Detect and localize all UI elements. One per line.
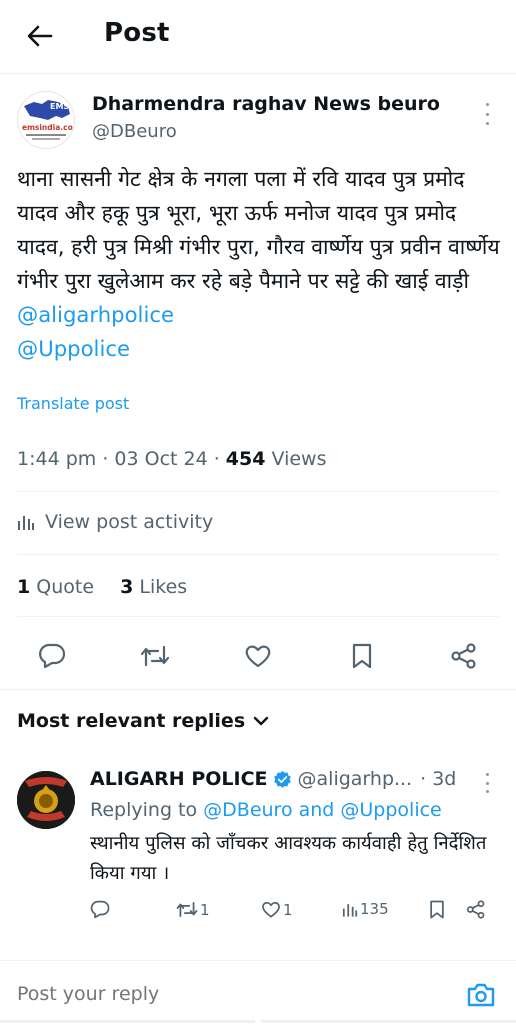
post-more-button[interactable]	[480, 103, 494, 125]
verified-badge-icon	[273, 770, 291, 788]
author-name[interactable]: Dharmendra raghav News beuro	[92, 93, 440, 115]
reply-bookmark-button[interactable]	[428, 900, 446, 919]
reply-button[interactable]	[34, 638, 70, 674]
post-text: थाना सासनी गेट क्षेत्र के नगला पला में र…	[17, 166, 500, 293]
views-label: Views	[265, 448, 327, 470]
replies-sort-dropdown[interactable]: Most relevant replies	[17, 710, 269, 732]
mention-link[interactable]: @Uppolice	[17, 336, 130, 361]
svg-text:EMS: EMS	[50, 102, 69, 111]
divider	[0, 689, 516, 690]
reply-header: ALIGARH POLICE @aligarhp... · 3d	[90, 768, 456, 790]
reply-views-count: 135	[360, 900, 389, 918]
quotes-stat[interactable]: 1 Quote	[17, 576, 94, 598]
divider	[17, 616, 499, 617]
share-icon	[451, 643, 476, 669]
reply-author-handle[interactable]: @aligarhp...	[298, 768, 413, 790]
post-body: थाना सासनी गेट क्षेत्र के नगला पला में र…	[17, 162, 501, 366]
reply-like-count: 1	[283, 900, 293, 919]
replying-prefix: Replying to	[90, 799, 204, 821]
view-post-activity-link[interactable]: View post activity	[17, 511, 213, 533]
quotes-label: Quote	[30, 576, 95, 598]
reply-reply-button[interactable]	[90, 900, 110, 919]
replies-sort-label: Most relevant replies	[17, 710, 246, 732]
post-timestamp[interactable]: 1:44 pm · 03 Oct 24 ·	[17, 448, 226, 470]
reply-share-button[interactable]	[466, 900, 486, 919]
share-icon	[466, 900, 485, 919]
author-handle[interactable]: @DBeuro	[92, 121, 177, 142]
quotes-count: 1	[17, 576, 31, 598]
replying-to-mentions[interactable]: @DBeuro and @Uppolice	[203, 799, 442, 821]
translate-post-link[interactable]: Translate post	[17, 394, 129, 413]
dot	[485, 112, 489, 116]
likes-count: 3	[120, 576, 134, 598]
likes-label: Likes	[133, 576, 188, 598]
reply-author-name[interactable]: ALIGARH POLICE	[90, 768, 268, 790]
divider	[17, 554, 499, 555]
camera-icon	[467, 983, 495, 1007]
ems-logo-icon: EMS emsindia.com	[22, 100, 75, 140]
bottom-edge	[0, 1020, 516, 1024]
activity-label: View post activity	[45, 511, 214, 533]
post-stats: 1 Quote 3 Likes	[17, 576, 187, 598]
reply-icon	[39, 643, 66, 669]
mention-link[interactable]: @aligarhpolice	[17, 302, 174, 327]
bookmark-icon	[430, 900, 444, 919]
dot	[485, 781, 489, 785]
like-button[interactable]	[240, 638, 276, 674]
dot	[485, 790, 489, 793]
reply-input[interactable]	[17, 983, 437, 1005]
share-button[interactable]	[446, 638, 482, 674]
bookmark-icon	[352, 643, 372, 669]
analytics-icon	[18, 516, 34, 530]
reply-like-button[interactable]: 1	[261, 900, 293, 919]
reply-more-button[interactable]	[480, 773, 494, 793]
repost-button[interactable]	[137, 638, 173, 674]
back-arrow-icon	[27, 25, 53, 47]
views-count: 454	[225, 448, 266, 470]
replying-to: Replying to @DBeuro and @Uppolice	[90, 799, 442, 821]
dot	[485, 122, 489, 125]
reply-views-button[interactable]: 135	[342, 900, 389, 918]
reply-actions: 1 1 135	[0, 896, 516, 930]
reply-text: स्थानीय पुलिस को जाँचकर आवश्यक कार्यवाही…	[90, 833, 487, 884]
divider	[17, 491, 499, 492]
heart-icon	[262, 901, 280, 918]
bookmark-button[interactable]	[344, 638, 380, 674]
reply-repost-count: 1	[200, 900, 210, 919]
repost-icon	[176, 902, 198, 917]
camera-button[interactable]	[466, 981, 498, 1011]
top-bar: Post	[0, 0, 516, 74]
post-meta: 1:44 pm · 03 Oct 24 · 454 Views	[17, 448, 327, 470]
repost-icon	[140, 645, 170, 667]
likes-stat[interactable]: 3 Likes	[120, 576, 187, 598]
reply-repost-button[interactable]: 1	[176, 900, 210, 919]
back-button[interactable]	[22, 20, 58, 52]
analytics-icon	[342, 903, 358, 917]
dot	[485, 773, 489, 776]
chevron-down-icon	[253, 716, 269, 726]
svg-text:emsindia.com: emsindia.com	[22, 123, 75, 132]
police-emblem-icon	[17, 771, 75, 829]
reply-icon	[90, 900, 110, 919]
author-avatar[interactable]: EMS emsindia.com	[17, 91, 75, 149]
divider	[0, 960, 516, 961]
reply-avatar[interactable]	[17, 771, 75, 829]
page-title: Post	[104, 18, 170, 48]
dot	[485, 103, 489, 106]
heart-icon	[245, 645, 271, 668]
post-actions	[0, 630, 516, 680]
reply-timestamp[interactable]: · 3d	[420, 768, 456, 790]
